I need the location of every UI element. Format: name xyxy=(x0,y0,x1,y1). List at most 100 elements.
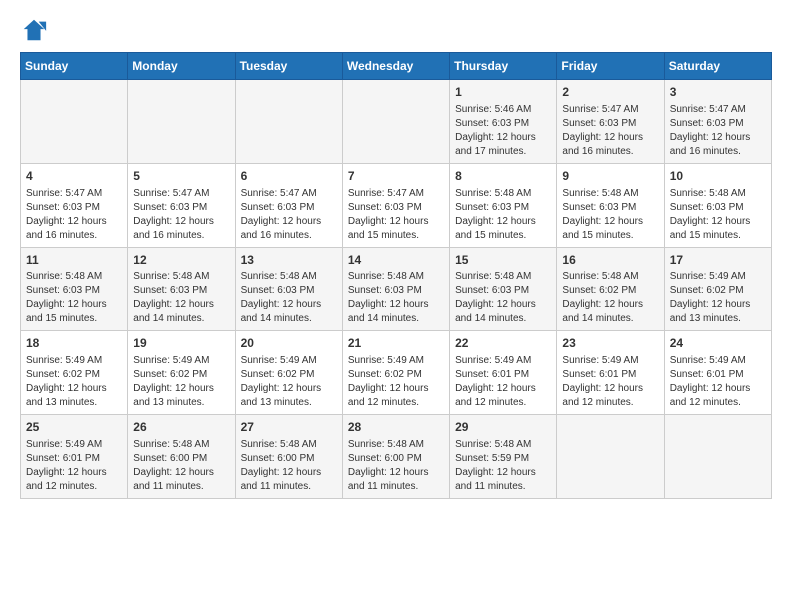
calendar-cell: 21 Sunrise: 5:49 AM Sunset: 6:02 PM Dayli… xyxy=(342,331,449,415)
calendar-cell: 26 Sunrise: 5:48 AM Sunset: 6:00 PM Dayli… xyxy=(128,415,235,499)
day-info: Sunrise: 5:48 AM Sunset: 6:00 PM Dayligh… xyxy=(348,438,444,494)
day-info: Sunrise: 5:49 AM Sunset: 6:02 PM Dayligh… xyxy=(26,354,122,410)
day-number: 5 xyxy=(133,168,229,185)
day-info: Sunrise: 5:48 AM Sunset: 6:03 PM Dayligh… xyxy=(455,187,551,243)
calendar-cell: 10 Sunrise: 5:48 AM Sunset: 6:03 PM Dayli… xyxy=(664,163,771,247)
day-info: Sunrise: 5:48 AM Sunset: 6:02 PM Dayligh… xyxy=(562,270,658,326)
day-number: 24 xyxy=(670,335,766,352)
day-info: Sunrise: 5:49 AM Sunset: 6:01 PM Dayligh… xyxy=(670,354,766,410)
calendar-cell xyxy=(342,80,449,164)
calendar-cell: 24 Sunrise: 5:49 AM Sunset: 6:01 PM Dayli… xyxy=(664,331,771,415)
day-number: 11 xyxy=(26,252,122,269)
header-row: SundayMondayTuesdayWednesdayThursdayFrid… xyxy=(21,53,772,80)
day-number: 2 xyxy=(562,84,658,101)
day-number: 13 xyxy=(241,252,337,269)
day-info: Sunrise: 5:48 AM Sunset: 6:03 PM Dayligh… xyxy=(455,270,551,326)
day-info: Sunrise: 5:47 AM Sunset: 6:03 PM Dayligh… xyxy=(241,187,337,243)
day-number: 3 xyxy=(670,84,766,101)
day-number: 19 xyxy=(133,335,229,352)
day-number: 14 xyxy=(348,252,444,269)
day-header-monday: Monday xyxy=(128,53,235,80)
logo xyxy=(20,16,52,44)
day-number: 15 xyxy=(455,252,551,269)
calendar-cell: 1 Sunrise: 5:46 AM Sunset: 6:03 PM Daylig… xyxy=(450,80,557,164)
day-number: 22 xyxy=(455,335,551,352)
day-number: 23 xyxy=(562,335,658,352)
calendar-cell: 11Sunrise: 5:48 AM Sunset: 6:03 PM Dayli… xyxy=(21,247,128,331)
day-info: Sunrise: 5:46 AM Sunset: 6:03 PM Dayligh… xyxy=(455,103,551,159)
day-number: 6 xyxy=(241,168,337,185)
calendar-cell xyxy=(235,80,342,164)
calendar-cell: 29Sunrise: 5:48 AM Sunset: 5:59 PM Dayli… xyxy=(450,415,557,499)
logo-icon xyxy=(20,16,48,44)
day-number: 1 xyxy=(455,84,551,101)
header xyxy=(20,16,772,44)
day-info: Sunrise: 5:47 AM Sunset: 6:03 PM Dayligh… xyxy=(562,103,658,159)
day-info: Sunrise: 5:48 AM Sunset: 6:03 PM Dayligh… xyxy=(562,187,658,243)
day-info: Sunrise: 5:48 AM Sunset: 6:03 PM Dayligh… xyxy=(241,270,337,326)
day-info: Sunrise: 5:49 AM Sunset: 6:02 PM Dayligh… xyxy=(241,354,337,410)
day-info: Sunrise: 5:47 AM Sunset: 6:03 PM Dayligh… xyxy=(670,103,766,159)
calendar-cell: 5 Sunrise: 5:47 AM Sunset: 6:03 PM Daylig… xyxy=(128,163,235,247)
calendar-cell: 17Sunrise: 5:49 AM Sunset: 6:02 PM Dayli… xyxy=(664,247,771,331)
calendar-cell: 6 Sunrise: 5:47 AM Sunset: 6:03 PM Daylig… xyxy=(235,163,342,247)
day-info: Sunrise: 5:49 AM Sunset: 6:02 PM Dayligh… xyxy=(670,270,766,326)
day-number: 20 xyxy=(241,335,337,352)
week-row-3: 18 Sunrise: 5:49 AM Sunset: 6:02 PM Dayli… xyxy=(21,331,772,415)
day-info: Sunrise: 5:48 AM Sunset: 6:03 PM Dayligh… xyxy=(348,270,444,326)
calendar-cell: 15Sunrise: 5:48 AM Sunset: 6:03 PM Dayli… xyxy=(450,247,557,331)
day-info: Sunrise: 5:48 AM Sunset: 6:00 PM Dayligh… xyxy=(241,438,337,494)
week-row-2: 11Sunrise: 5:48 AM Sunset: 6:03 PM Dayli… xyxy=(21,247,772,331)
day-info: Sunrise: 5:47 AM Sunset: 6:03 PM Dayligh… xyxy=(26,187,122,243)
day-number: 10 xyxy=(670,168,766,185)
day-info: Sunrise: 5:48 AM Sunset: 6:03 PM Dayligh… xyxy=(670,187,766,243)
day-number: 8 xyxy=(455,168,551,185)
day-number: 12 xyxy=(133,252,229,269)
day-info: Sunrise: 5:47 AM Sunset: 6:03 PM Dayligh… xyxy=(348,187,444,243)
day-info: Sunrise: 5:49 AM Sunset: 6:01 PM Dayligh… xyxy=(455,354,551,410)
day-number: 17 xyxy=(670,252,766,269)
calendar-cell: 25 Sunrise: 5:49 AM Sunset: 6:01 PM Dayli… xyxy=(21,415,128,499)
week-row-1: 4 Sunrise: 5:47 AM Sunset: 6:03 PM Daylig… xyxy=(21,163,772,247)
day-number: 28 xyxy=(348,419,444,436)
calendar-cell xyxy=(664,415,771,499)
day-number: 18 xyxy=(26,335,122,352)
day-header-tuesday: Tuesday xyxy=(235,53,342,80)
day-number: 27 xyxy=(241,419,337,436)
day-info: Sunrise: 5:48 AM Sunset: 6:03 PM Dayligh… xyxy=(26,270,122,326)
calendar-table: SundayMondayTuesdayWednesdayThursdayFrid… xyxy=(20,52,772,499)
day-header-wednesday: Wednesday xyxy=(342,53,449,80)
calendar-cell: 19 Sunrise: 5:49 AM Sunset: 6:02 PM Dayli… xyxy=(128,331,235,415)
day-number: 25 xyxy=(26,419,122,436)
week-row-4: 25 Sunrise: 5:49 AM Sunset: 6:01 PM Dayli… xyxy=(21,415,772,499)
calendar-cell: 12Sunrise: 5:48 AM Sunset: 6:03 PM Dayli… xyxy=(128,247,235,331)
calendar-cell: 18 Sunrise: 5:49 AM Sunset: 6:02 PM Dayli… xyxy=(21,331,128,415)
day-info: Sunrise: 5:49 AM Sunset: 6:02 PM Dayligh… xyxy=(133,354,229,410)
day-number: 9 xyxy=(562,168,658,185)
calendar-cell xyxy=(557,415,664,499)
day-number: 26 xyxy=(133,419,229,436)
day-header-saturday: Saturday xyxy=(664,53,771,80)
calendar-cell: 28 Sunrise: 5:48 AM Sunset: 6:00 PM Dayli… xyxy=(342,415,449,499)
day-info: Sunrise: 5:48 AM Sunset: 5:59 PM Dayligh… xyxy=(455,438,551,494)
calendar-cell: 4 Sunrise: 5:47 AM Sunset: 6:03 PM Daylig… xyxy=(21,163,128,247)
calendar-cell: 23Sunrise: 5:49 AM Sunset: 6:01 PM Dayli… xyxy=(557,331,664,415)
calendar-cell: 9 Sunrise: 5:48 AM Sunset: 6:03 PM Daylig… xyxy=(557,163,664,247)
calendar-cell: 8 Sunrise: 5:48 AM Sunset: 6:03 PM Daylig… xyxy=(450,163,557,247)
day-info: Sunrise: 5:47 AM Sunset: 6:03 PM Dayligh… xyxy=(133,187,229,243)
day-info: Sunrise: 5:49 AM Sunset: 6:01 PM Dayligh… xyxy=(26,438,122,494)
calendar-cell xyxy=(21,80,128,164)
day-number: 21 xyxy=(348,335,444,352)
calendar-cell: 13Sunrise: 5:48 AM Sunset: 6:03 PM Dayli… xyxy=(235,247,342,331)
day-info: Sunrise: 5:48 AM Sunset: 6:00 PM Dayligh… xyxy=(133,438,229,494)
calendar-cell: 14Sunrise: 5:48 AM Sunset: 6:03 PM Dayli… xyxy=(342,247,449,331)
calendar-cell: 16Sunrise: 5:48 AM Sunset: 6:02 PM Dayli… xyxy=(557,247,664,331)
day-info: Sunrise: 5:49 AM Sunset: 6:02 PM Dayligh… xyxy=(348,354,444,410)
day-number: 4 xyxy=(26,168,122,185)
day-header-thursday: Thursday xyxy=(450,53,557,80)
calendar-cell: 3 Sunrise: 5:47 AM Sunset: 6:03 PM Daylig… xyxy=(664,80,771,164)
calendar-cell: 7Sunrise: 5:47 AM Sunset: 6:03 PM Daylig… xyxy=(342,163,449,247)
calendar-cell xyxy=(128,80,235,164)
calendar-cell: 22 Sunrise: 5:49 AM Sunset: 6:01 PM Dayli… xyxy=(450,331,557,415)
calendar-cell: 27 Sunrise: 5:48 AM Sunset: 6:00 PM Dayli… xyxy=(235,415,342,499)
